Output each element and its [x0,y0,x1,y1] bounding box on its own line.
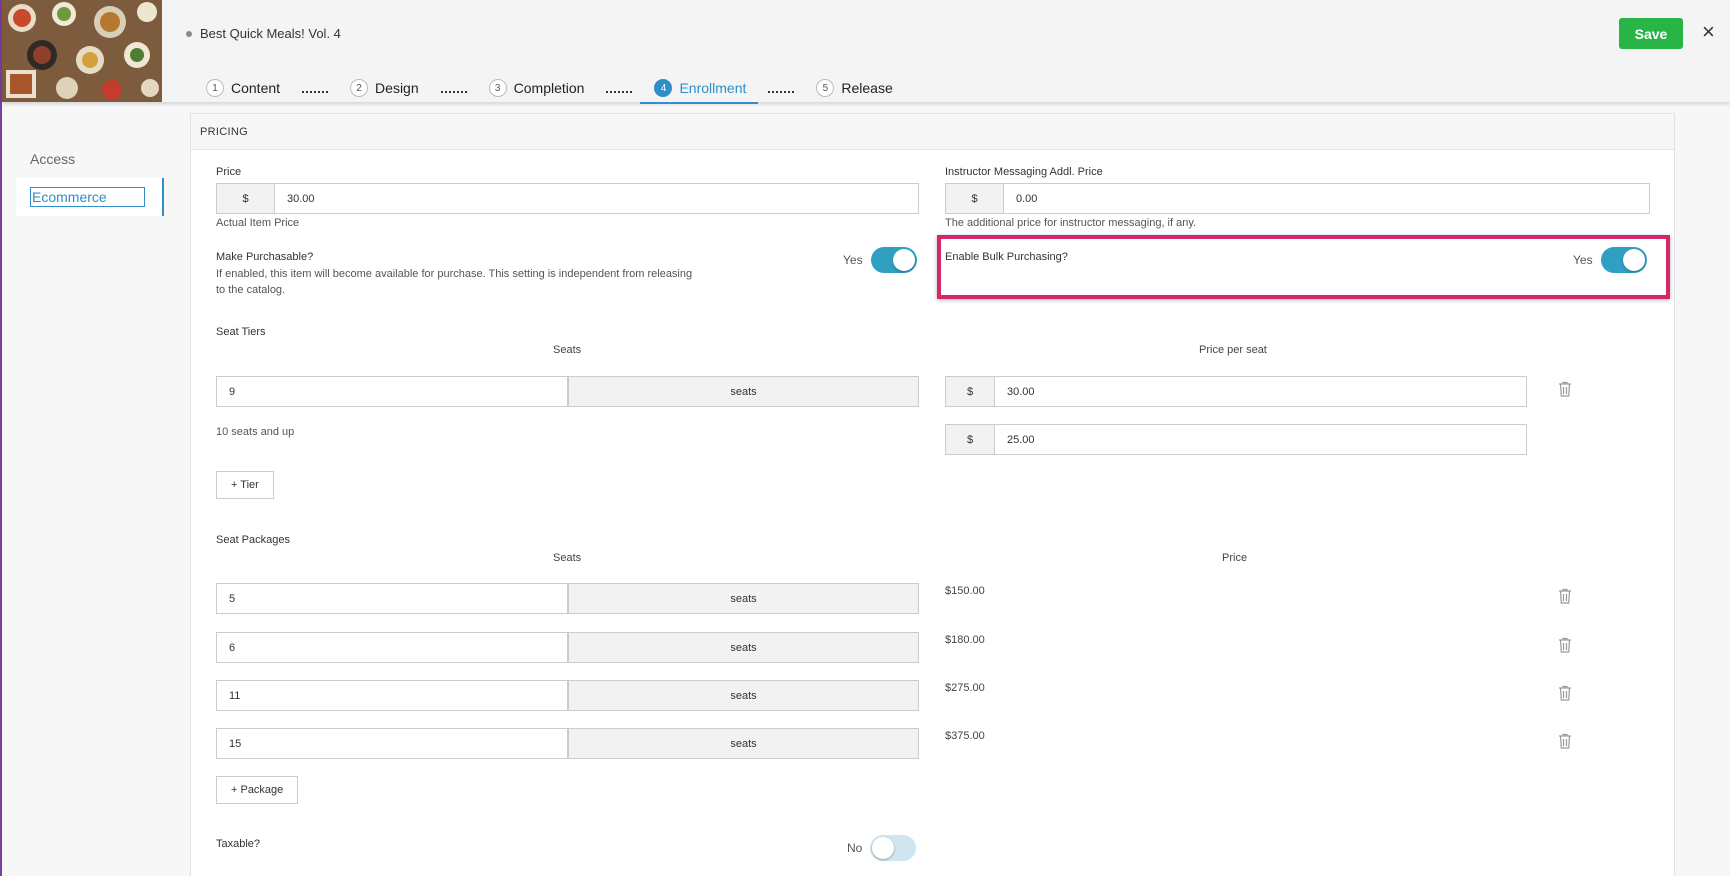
package-price: $375.00 [945,730,985,742]
status-dot [186,30,192,37]
purchasable-label: Make Purchasable? [216,251,314,263]
step-completion[interactable]: 3 Completion [485,74,589,102]
delete-package-trash-icon[interactable] [1558,685,1572,701]
toggle-state-label: No [847,841,863,855]
purchasable-toggle[interactable] [870,247,917,273]
step-number: 1 [206,79,224,97]
tiers-col-seats: Seats [553,344,582,356]
currency-addon: $ [946,425,995,454]
delete-package-trash-icon[interactable] [1558,588,1572,604]
instructor-price-input-group: $ 0.00 [945,183,1650,214]
step-number: 3 [488,79,507,97]
delete-package-trash-icon[interactable] [1558,637,1572,653]
sidebar-item-label: Ecommerce [30,187,145,207]
tier-price-input[interactable]: 25.00 [995,425,1526,454]
taxable-label: Taxable? [216,838,261,850]
step-number: 5 [816,79,835,97]
price-help: Actual Item Price [216,217,300,229]
currency-addon: $ [217,184,275,213]
pricing-panel: PRICING Price $ 30.00 Actual Item Price … [190,113,1675,876]
step-label: Completion [513,80,585,96]
package-price: $180.00 [945,634,985,646]
wizard-steps: 1 Content 2 Design 3 Completion 4 Enroll… [202,74,897,104]
add-package-button[interactable]: + Package [216,776,299,804]
step-number: 4 [654,79,673,97]
save-button[interactable]: Save [1619,18,1683,49]
instructor-price-label: Instructor Messaging Addl. Price [945,166,1103,178]
tiers-col-price: Price per seat [1199,344,1267,356]
delete-tier-trash-icon[interactable] [1558,381,1572,397]
editor-header: Best Quick Meals! Vol. 4 Save × 1 Conten… [2,0,1730,104]
seats-suffix: seats [568,633,918,662]
package-seats-input-group: 5 seats [216,583,919,614]
taxable-toggle-wrap: No [847,835,917,861]
taxable-toggle[interactable] [870,835,917,861]
step-design[interactable]: 2 Design [346,74,423,102]
course-thumbnail [2,0,162,102]
course-title: Best Quick Meals! Vol. 4 [200,26,341,41]
seats-suffix: seats [568,681,918,710]
seat-packages-label: Seat Packages [216,534,290,546]
package-seats-input-group: 11 seats [216,680,919,711]
close-icon[interactable]: × [1702,20,1715,44]
toggle-state-label: Yes [843,253,863,267]
step-separator [606,83,633,93]
package-seats-input[interactable]: 11 [217,681,568,710]
instructor-price-input[interactable]: 0.00 [1004,184,1649,213]
currency-addon: $ [946,377,995,406]
sidebar-item-ecommerce[interactable]: Ecommerce [16,178,164,216]
currency-addon: $ [946,184,1004,213]
step-label: Design [375,80,419,96]
package-seats-input[interactable]: 15 [217,729,568,758]
tier-open-ended-label: 10 seats and up [216,426,295,438]
seats-suffix: seats [568,729,918,758]
package-seats-input-group: 15 seats [216,728,919,759]
step-label: Enrollment [679,80,747,96]
purchasable-toggle-wrap: Yes [843,247,917,273]
step-separator [440,83,467,93]
step-label: Content [231,80,281,96]
add-tier-button[interactable]: + Tier [216,471,274,499]
section-title: PRICING [191,114,1674,150]
package-seats-input[interactable]: 5 [217,584,568,613]
packages-col-price: Price [1222,552,1248,564]
toggle-knob [892,249,915,271]
tier-seats-input-group: 9 seats [216,376,919,407]
step-number: 2 [350,79,369,97]
package-seats-input[interactable]: 6 [217,633,568,662]
tier-price-input-group: $ 25.00 [945,424,1527,455]
step-label: Release [841,80,893,96]
package-seats-input-group: 6 seats [216,632,919,663]
step-separator [768,83,795,93]
price-input-group: $ 30.00 [216,183,919,214]
price-label: Price [216,166,242,178]
course-title-row: Best Quick Meals! Vol. 4 [186,26,341,41]
step-release[interactable]: 5 Release [812,74,896,102]
settings-sidebar: Access Ecommerce [16,140,164,216]
seats-suffix: seats [568,377,918,406]
delete-package-trash-icon[interactable] [1558,733,1572,749]
tier-price-input[interactable]: 30.00 [995,377,1526,406]
tier-price-input-group: $ 30.00 [945,376,1527,407]
step-content[interactable]: 1 Content [202,74,284,102]
sidebar-item-access[interactable]: Access [16,140,164,178]
toggle-knob [872,837,895,859]
step-separator [302,83,329,93]
seat-tiers-label: Seat Tiers [216,326,266,338]
price-input[interactable]: 30.00 [275,184,918,213]
packages-col-seats: Seats [553,552,582,564]
package-price: $275.00 [945,682,985,694]
purchasable-help: If enabled, this item will become availa… [216,268,693,296]
sidebar-item-label: Access [30,151,76,167]
seats-suffix: seats [568,584,918,613]
instructor-price-help: The additional price for instructor mess… [945,217,1197,229]
package-price: $150.00 [945,585,985,597]
tier-seats-input[interactable]: 9 [217,377,568,406]
bulk-purchasing-highlight [937,235,1670,299]
step-enrollment[interactable]: 4 Enrollment [640,74,759,104]
